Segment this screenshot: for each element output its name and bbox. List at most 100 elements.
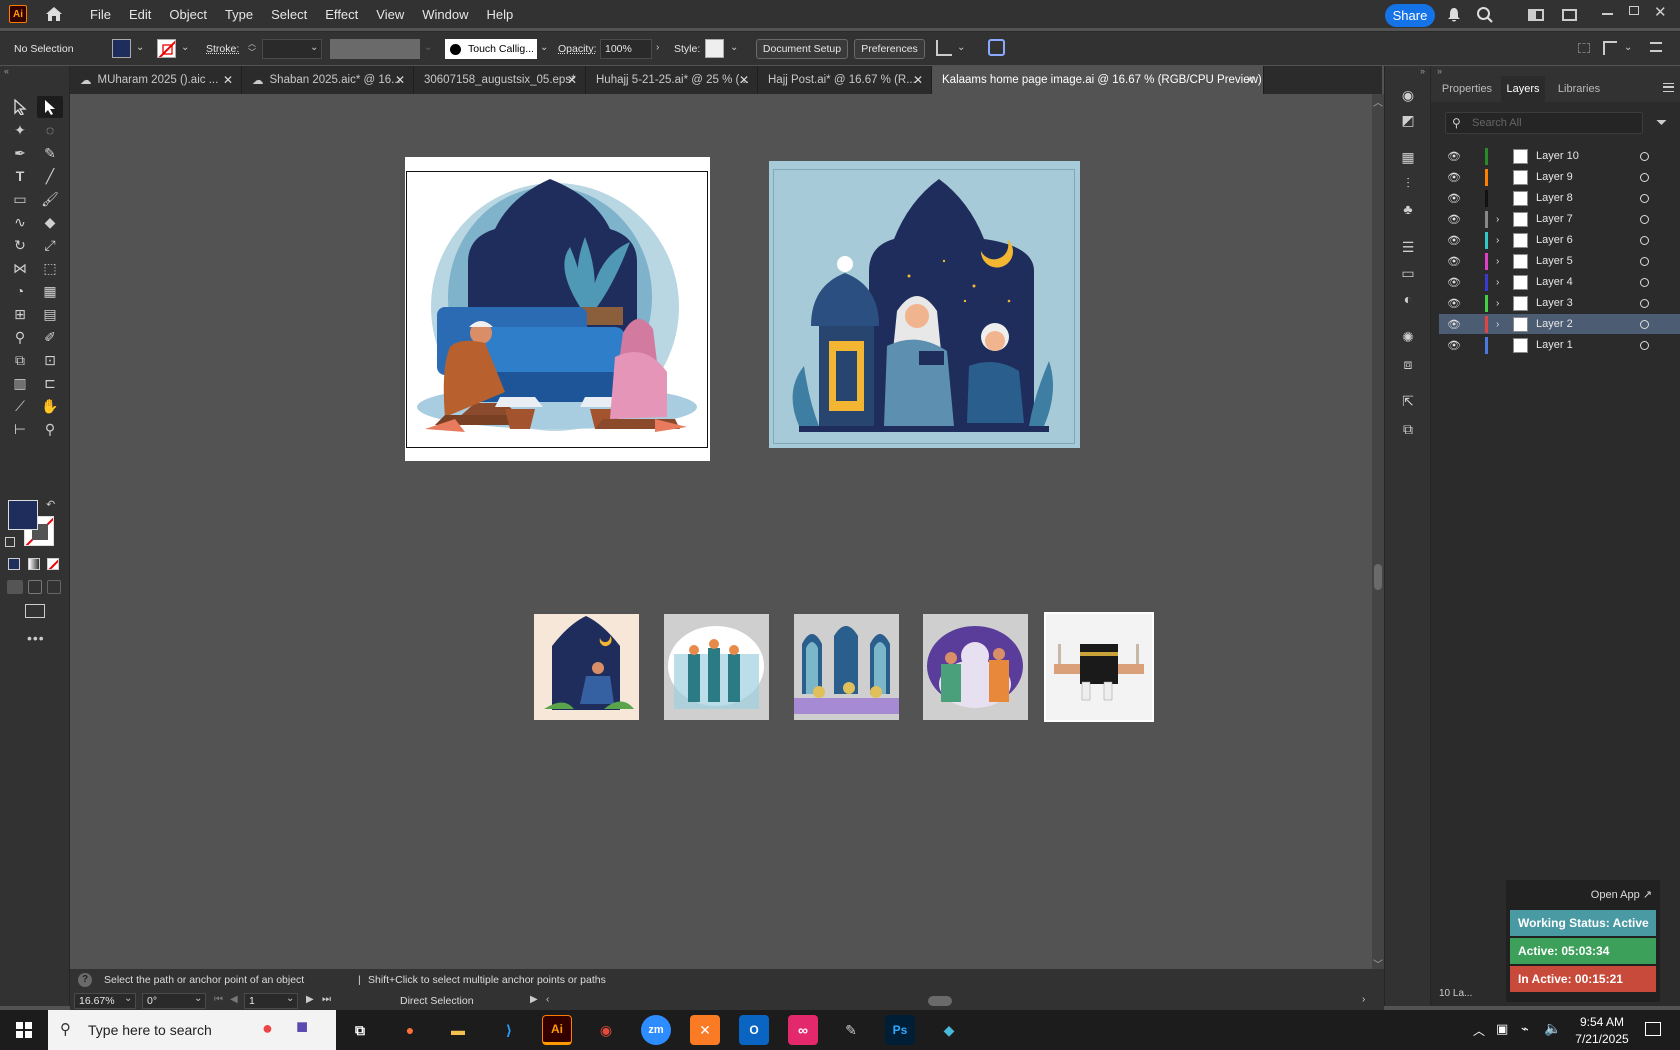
network-icon[interactable]: ▣ [1496,1021,1508,1037]
layer-row[interactable]: 👁 › Layer 3 [1439,293,1680,314]
target-circle-icon[interactable] [1640,235,1649,245]
artboard-women-lantern[interactable] [769,161,1080,448]
zoom-app-icon[interactable]: zm [641,1015,671,1045]
layer-name[interactable]: Layer 6 [1536,234,1573,246]
layer-name[interactable]: Layer 8 [1536,192,1573,204]
transform-chevron-icon[interactable]: ⌄ [1624,42,1632,53]
visibility-eye-icon[interactable]: 👁 [1447,297,1461,310]
align-icon[interactable] [936,40,952,56]
shaper-tool-icon[interactable]: ∿ [7,211,33,233]
hscroll-left-icon[interactable]: ‹ [546,994,549,1005]
layer-row[interactable]: 👁 › Layer 4 [1439,272,1680,293]
visibility-eye-icon[interactable]: 👁 [1447,171,1461,184]
creative-cloud-icon[interactable]: ∞ [788,1015,818,1045]
stroke-weight-stepper-icon[interactable]: ︿ ﹀ [248,39,256,57]
visibility-eye-icon[interactable]: 👁 [1447,192,1461,205]
layer-name[interactable]: Layer 9 [1536,171,1573,183]
target-circle-icon[interactable] [1640,277,1649,287]
stroke-weight-chevron-icon[interactable]: ⌄ [310,42,318,53]
symbols-panel-icon[interactable]: ♣ [1395,198,1421,220]
width-tool-icon[interactable]: ⋈ [7,257,33,279]
outlook-icon[interactable]: O [739,1015,769,1045]
photoshop-icon[interactable]: Ps [885,1015,915,1045]
taskbar-search-box[interactable]: ⚲ Type here to search ● ■ [48,1010,336,1050]
visibility-eye-icon[interactable]: 👁 [1447,150,1461,163]
notifications-icon[interactable] [1645,1022,1661,1036]
rotation-chevron-icon[interactable]: ⌄ [194,993,202,1004]
perspective-grid-tool-icon[interactable]: ▦ [37,280,63,302]
rectangle-tool-icon[interactable]: ▭ [7,188,33,210]
status-menu-arrow-icon[interactable]: ▶ [530,994,538,1005]
layer-row[interactable]: 👁 › Layer 5 [1439,251,1680,272]
thumbnail-artboard-5-selected[interactable] [1044,612,1154,722]
visibility-eye-icon[interactable]: 👁 [1447,318,1461,331]
last-artboard-icon[interactable]: ⏭ [322,994,331,1005]
previous-artboard-icon[interactable]: ◀ [230,994,238,1005]
thumbnail-artboard-2[interactable] [664,614,769,720]
free-transform-tool-icon[interactable]: ⬚ [37,257,63,279]
none-mode-icon[interactable] [47,558,59,570]
opacity-arrow-icon[interactable]: › [656,42,659,53]
expand-layer-chevron-icon[interactable]: › [1496,214,1499,225]
arrange-documents-icon[interactable] [1528,9,1544,21]
thumbnail-artboard-1[interactable] [534,614,639,720]
distribute-icon[interactable] [1578,43,1590,53]
stroke-panel-icon[interactable]: ☰ [1395,236,1421,258]
fill-color-swatch[interactable] [112,39,131,58]
power-icon[interactable]: ⌁ [1521,1021,1529,1037]
home-icon[interactable] [45,6,63,22]
panel-collapse-icon[interactable]: » [1431,66,1680,76]
minimize-icon[interactable] [1602,13,1613,15]
menu-type[interactable]: Type [216,7,262,22]
layer-row[interactable]: 👁 › Layer 2 [1439,314,1680,335]
hscroll-right-icon[interactable]: › [1362,994,1365,1005]
file-explorer-icon[interactable]: ▬ [443,1015,473,1045]
swatches-panel-icon[interactable]: ▦ [1395,146,1421,168]
show-hidden-icons-icon[interactable]: ︿ [1473,1022,1485,1039]
target-circle-icon[interactable] [1640,340,1649,350]
scroll-up-icon[interactable]: ︿ [1372,94,1384,109]
rotate-tool-icon[interactable]: ↻ [7,234,33,256]
color-guide-icon[interactable]: ◩ [1395,109,1421,131]
recolor-icon[interactable] [988,39,1005,56]
fill-swatch-large[interactable] [8,500,38,530]
visibility-eye-icon[interactable]: 👁 [1447,234,1461,247]
layer-name[interactable]: Layer 10 [1536,150,1579,162]
help-icon[interactable]: ? [78,973,92,987]
target-circle-icon[interactable] [1640,298,1649,308]
swap-fill-stroke-icon[interactable]: ↶ [46,498,55,511]
zoom-chevron-icon[interactable]: ⌄ [124,993,132,1004]
filter-icon[interactable]: ⏷ [1656,114,1667,131]
export-panel-icon[interactable]: ⇱ [1395,390,1421,412]
expand-layer-chevron-icon[interactable]: › [1496,298,1499,309]
scale-tool-icon[interactable]: ⤢ [37,234,63,256]
stroke-dropdown-chevron-icon[interactable]: ⌄ [181,42,189,53]
stroke-color-swatch[interactable] [157,39,176,58]
selection-tool-icon[interactable] [7,96,33,118]
chrome-icon[interactable]: ◉ [591,1015,621,1045]
expand-layer-chevron-icon[interactable]: › [1496,256,1499,267]
target-circle-icon[interactable] [1640,319,1649,329]
slice-tool-icon[interactable]: ⟋ [7,395,33,417]
vscode-icon[interactable]: ⟩ [494,1015,524,1045]
horizontal-scroll-thumb[interactable] [928,996,952,1006]
close-tab-icon[interactable]: ✕ [395,73,405,87]
target-circle-icon[interactable] [1640,256,1649,266]
layer-name[interactable]: Layer 5 [1536,255,1573,267]
layer-row[interactable]: 👁 Layer 8 [1439,188,1680,209]
menu-window[interactable]: Window [413,7,477,22]
layer-name[interactable]: Layer 4 [1536,276,1573,288]
visibility-eye-icon[interactable]: 👁 [1447,339,1461,352]
tab-huhajj[interactable]: Huhajj 5-21-25.ai* @ 25 % (... ✕ [586,66,758,94]
opacity-field[interactable]: 100% [600,39,652,59]
vertical-scrollbar[interactable]: ︿ ﹀ [1372,94,1384,971]
appearance-panel-icon[interactable]: ✺ [1395,326,1421,348]
layers-search-input[interactable]: ⚲ Search All [1445,112,1643,134]
windows-start-icon[interactable] [16,1022,32,1038]
preferences-button[interactable]: Preferences [854,39,925,59]
close-tab-icon[interactable]: ✕ [913,73,923,87]
restore-icon[interactable] [1629,6,1639,15]
expand-layer-chevron-icon[interactable]: › [1496,235,1499,246]
expand-panels-icon[interactable]: » [1385,66,1431,76]
menu-view[interactable]: View [367,7,413,22]
